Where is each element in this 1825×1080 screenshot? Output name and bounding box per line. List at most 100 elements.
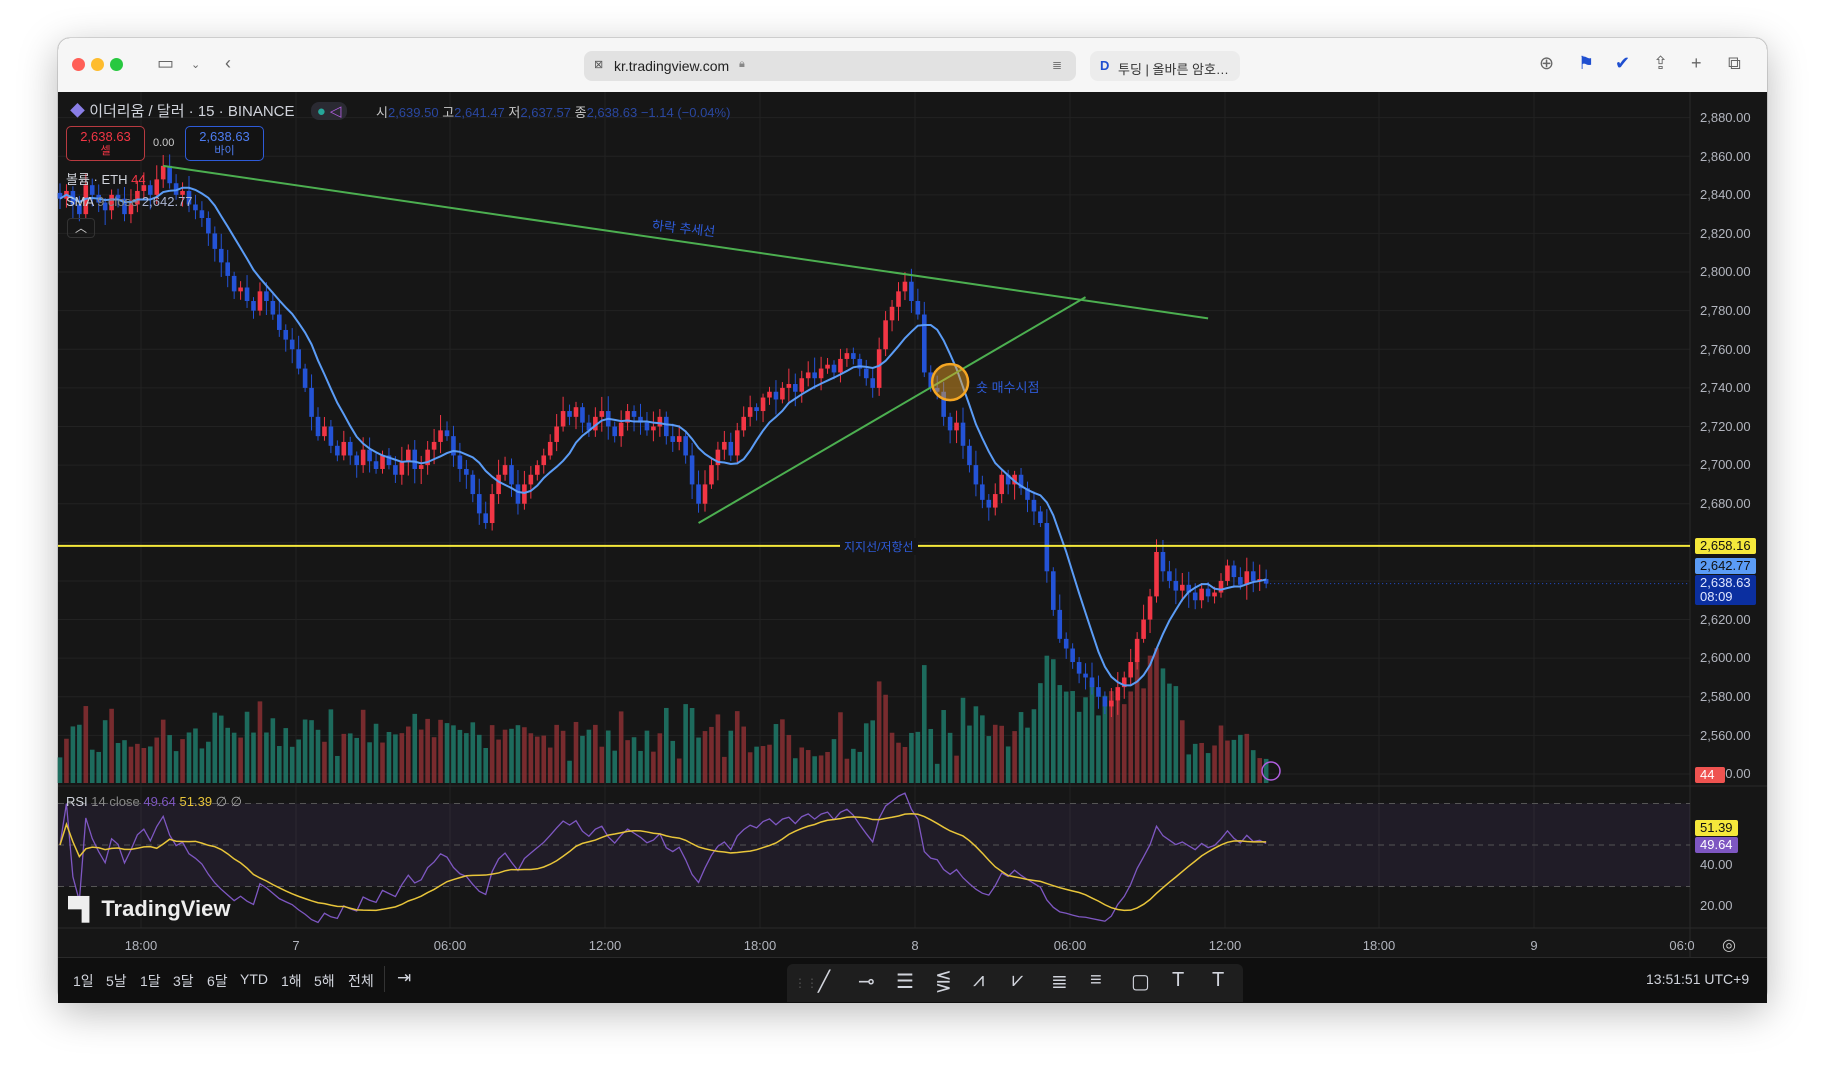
candle-body	[296, 349, 301, 369]
range-1d-button[interactable]: 1일	[73, 971, 94, 991]
volume-bar	[1199, 742, 1204, 783]
candle-body	[947, 416, 953, 431]
text-note-tool-icon[interactable]: T	[1172, 969, 1184, 992]
volume-bar	[909, 732, 914, 783]
volume-bar	[1089, 680, 1095, 783]
fib-retracement-tool-icon[interactable]: ≣	[1051, 969, 1068, 994]
xabcd-pattern-tool-icon[interactable]: ⩘	[973, 969, 984, 992]
volume-bar	[818, 755, 824, 783]
candle-body	[199, 210, 205, 218]
time-label: 18:00	[743, 938, 777, 953]
volume-bar	[231, 732, 237, 783]
trendline-tool-icon[interactable]: ╱	[818, 969, 830, 994]
range-6m-button[interactable]: 6달	[207, 971, 228, 991]
volume-bar	[489, 725, 495, 783]
volume-bar	[644, 730, 650, 783]
candle-body	[515, 484, 521, 504]
candle-body	[322, 426, 327, 437]
candle-body	[851, 353, 856, 359]
range-5d-button[interactable]: 5날	[106, 971, 127, 991]
candle-body	[399, 461, 405, 475]
price-axis-label: 2,560.00	[1700, 727, 1751, 743]
rsi-axis-label: 40.00	[1700, 857, 1733, 872]
rsi-legend[interactable]: RSI 14 close 49.64 51.39 ∅ ∅	[66, 794, 242, 810]
candle-body	[1134, 638, 1140, 663]
sma-legend[interactable]: SMA 9 close 2,642.77	[66, 194, 193, 209]
volume-bar	[502, 729, 508, 783]
volume-bar	[135, 743, 140, 783]
volume-bar	[863, 723, 869, 783]
range-ytd-button[interactable]: YTD	[240, 971, 268, 987]
volume-bar	[657, 733, 663, 783]
parallel-channel-tool-icon[interactable]: ☰	[896, 969, 914, 994]
candle-body	[838, 358, 843, 373]
pitchfork-tool-icon[interactable]: ⋚	[935, 969, 952, 994]
candle-body	[341, 441, 347, 456]
support-line-label[interactable]: 지지선/저항선	[840, 538, 918, 555]
fib-extension-tool-icon[interactable]: ≡	[1090, 969, 1102, 992]
candle-body	[1192, 592, 1198, 601]
drag-handle-icon[interactable]: ⋮⋮	[794, 976, 818, 990]
volume-legend[interactable]: 볼륨 · ETH 44	[66, 169, 146, 188]
horizontal-ray-tool-icon[interactable]: ⊸	[858, 969, 875, 994]
candle-body	[1044, 523, 1050, 572]
sma-line	[59, 186, 1267, 687]
text-tool-icon[interactable]: T	[1212, 969, 1224, 992]
candle-body	[277, 314, 282, 330]
candle-body	[1031, 499, 1037, 512]
volume-bar	[418, 729, 424, 783]
volume-bar	[1147, 655, 1153, 783]
range-5y-button[interactable]: 5해	[314, 971, 335, 991]
price-axis-label: 2,880.00	[1700, 110, 1751, 125]
volume-bar	[476, 734, 482, 783]
candle-body	[154, 179, 160, 195]
rectangle-tool-icon[interactable]: ▢	[1131, 969, 1150, 994]
volume-bar	[335, 755, 340, 783]
range-3m-button[interactable]: 3달	[173, 971, 194, 991]
volume-bar	[825, 751, 830, 783]
volume-bar	[283, 728, 289, 783]
volume-bar	[528, 733, 534, 783]
eye-settings-icon[interactable]: ◎	[1722, 935, 1736, 955]
collapse-legend-button[interactable]: ︿	[67, 218, 95, 238]
volume-bar	[1018, 712, 1024, 783]
sell-button[interactable]: 2,638.63 셀	[66, 126, 145, 161]
candle-body	[567, 411, 572, 417]
candle-body	[289, 339, 295, 350]
candle-body	[1096, 687, 1101, 697]
range-1y-button[interactable]: 1해	[281, 971, 302, 991]
volume-bar	[715, 714, 721, 783]
candle-body	[902, 281, 908, 292]
volume-bar	[747, 752, 753, 783]
candle-body	[328, 426, 334, 446]
volume-bar	[509, 728, 514, 783]
price-axis-label: 2,860.00	[1700, 148, 1751, 164]
range-1m-button[interactable]: 1달	[140, 971, 161, 991]
candle-body	[257, 291, 263, 311]
candle-body	[522, 484, 527, 504]
volume-bar	[1025, 727, 1030, 783]
volume-bar	[1031, 709, 1037, 783]
candle-body	[502, 465, 508, 475]
candle-body	[793, 384, 798, 392]
candle-body	[999, 474, 1004, 495]
candle-body	[747, 407, 753, 417]
volume-bar	[315, 729, 321, 783]
volume-bar	[1012, 731, 1017, 783]
volume-bar	[1205, 753, 1211, 783]
volume-bar	[889, 732, 895, 783]
candle-body	[231, 275, 237, 292]
abcd-pattern-tool-icon[interactable]: ⩗	[1012, 969, 1023, 992]
symbol-legend[interactable]: ◆ 이더리움 / 달러 · 15 · BINANCE ● ◁	[70, 100, 348, 121]
volume-bar	[515, 725, 521, 783]
candle-body	[986, 499, 992, 508]
goto-date-icon[interactable]: ⇥	[397, 968, 411, 988]
volume-bar	[322, 741, 327, 783]
price-axis-label: 2,600.00	[1700, 650, 1751, 666]
volume-bar	[399, 733, 405, 783]
volume-bar	[347, 733, 353, 783]
short-entry-label[interactable]: 숏 매수시점	[976, 377, 1039, 396]
buy-button[interactable]: 2,638.63 바이	[185, 126, 264, 161]
volume-bar	[1038, 683, 1043, 783]
range-all-button[interactable]: 전체	[348, 971, 374, 991]
